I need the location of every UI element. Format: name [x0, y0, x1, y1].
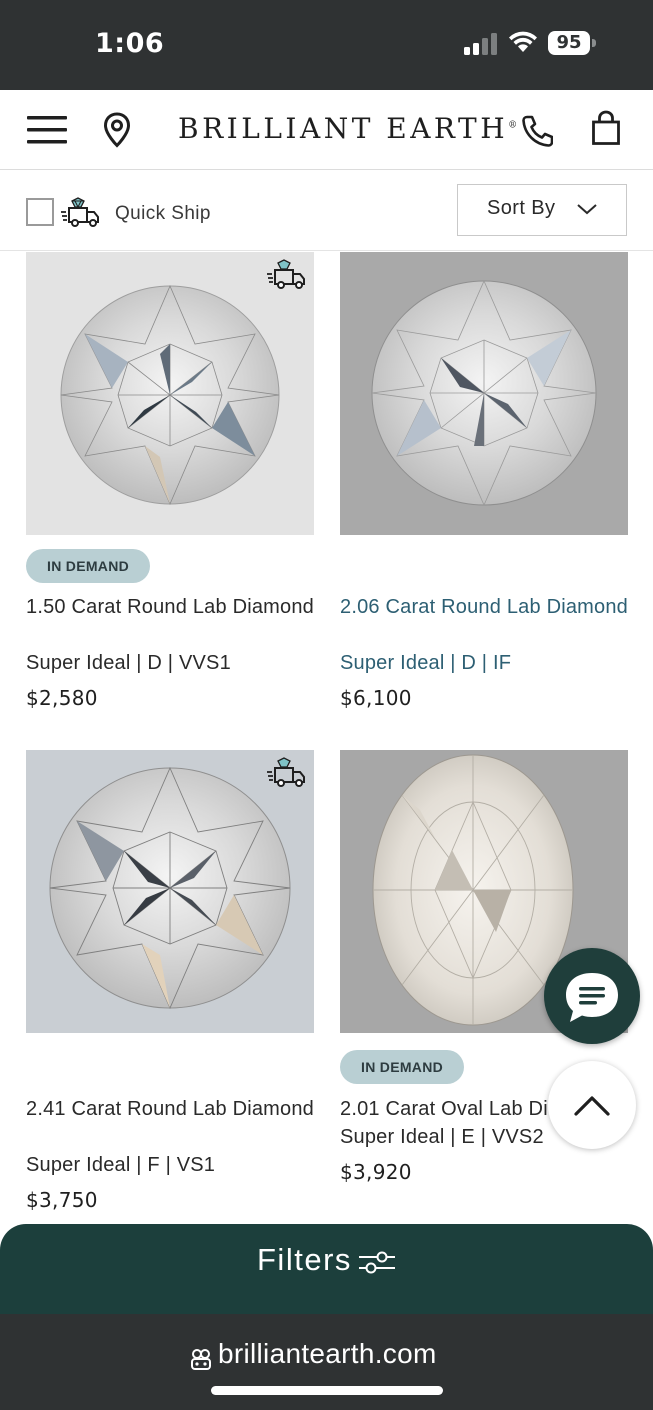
- chat-bubble-icon: [566, 973, 618, 1022]
- chevron-up-icon: [574, 1096, 610, 1116]
- product-specs: Super Ideal | F | VS1: [26, 1154, 216, 1176]
- product-image[interactable]: [340, 252, 628, 535]
- browser-address-bar[interactable]: brilliantearth.com: [0, 1314, 653, 1410]
- product-specs: Super Ideal | D | IF: [340, 652, 512, 674]
- sliders-icon: [359, 1251, 395, 1274]
- shopping-bag-icon[interactable]: [591, 110, 621, 146]
- product-specs: Super Ideal | D | VVS1: [26, 652, 231, 674]
- product-title[interactable]: 2.06 Carat Round Lab Diamond: [340, 593, 640, 621]
- product-title[interactable]: 2.41 Carat Round Lab Diamond: [26, 1095, 326, 1123]
- hamburger-menu-icon[interactable]: [27, 115, 67, 145]
- product-title[interactable]: 1.50 Carat Round Lab Diamond: [26, 593, 326, 621]
- product-price: $3,750: [26, 1188, 98, 1212]
- url-text[interactable]: brilliantearth.com: [218, 1338, 437, 1370]
- brand-logo[interactable]: BRILLIANT EARTH®: [178, 112, 517, 145]
- home-indicator[interactable]: [211, 1386, 443, 1395]
- cell-signal-icon: [464, 33, 497, 55]
- filter-sort-row: Quick Ship Sort By: [0, 171, 653, 251]
- product-price: $3,920: [340, 1160, 412, 1184]
- brand-registered-mark: ®: [508, 120, 518, 131]
- phone-icon[interactable]: [521, 114, 553, 148]
- quick-ship-truck-icon: [61, 197, 99, 227]
- product-price: $2,580: [26, 686, 98, 710]
- wifi-icon: [509, 31, 537, 52]
- site-header: BRILLIANT EARTH®: [0, 90, 653, 170]
- filters-label: Filters: [257, 1242, 352, 1277]
- product-image[interactable]: [26, 750, 314, 1033]
- quick-ship-badge-icon: [267, 757, 305, 787]
- round-diamond-image: [49, 766, 291, 1010]
- site-info-icon[interactable]: [190, 1347, 212, 1371]
- location-pin-icon[interactable]: [103, 112, 131, 148]
- battery-tip: [592, 39, 596, 47]
- sort-by-dropdown[interactable]: Sort By: [457, 184, 627, 236]
- filters-button[interactable]: Filters: [0, 1224, 653, 1316]
- product-price: $6,100: [340, 686, 412, 710]
- quick-ship-badge-icon: [267, 259, 305, 289]
- sort-by-label: Sort By: [487, 197, 556, 219]
- product-specs: Super Ideal | E | VVS2: [340, 1126, 544, 1148]
- battery-indicator: 95: [548, 31, 590, 55]
- round-diamond-image: [371, 280, 597, 506]
- round-diamond-image: [60, 284, 280, 506]
- quick-ship-checkbox[interactable]: [26, 198, 54, 226]
- scroll-to-top-button[interactable]: [548, 1061, 636, 1149]
- chat-button[interactable]: [544, 948, 640, 1044]
- chevron-down-icon: [577, 204, 597, 215]
- in-demand-badge: IN DEMAND: [26, 549, 151, 583]
- product-title[interactable]: 2.01 Carat Oval Lab Di: [340, 1095, 555, 1123]
- status-bar: 1:06 95: [0, 0, 653, 90]
- brand-name: BRILLIANT EARTH: [178, 112, 509, 145]
- in-demand-badge: IN DEMAND: [340, 1050, 465, 1084]
- quick-ship-label[interactable]: Quick Ship: [115, 203, 211, 225]
- status-time: 1:06: [95, 28, 165, 59]
- product-image[interactable]: [26, 252, 314, 535]
